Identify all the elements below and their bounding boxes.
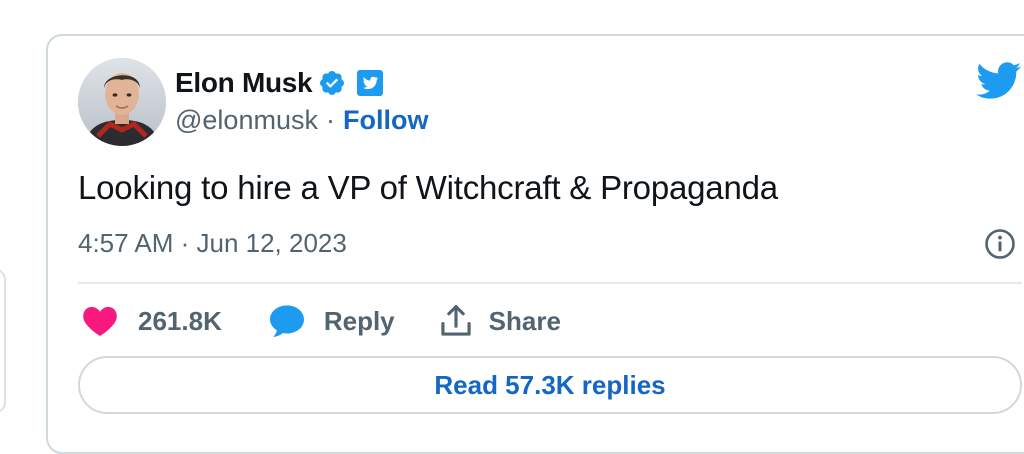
adjacent-card-edge [0,268,6,414]
heart-icon [83,306,117,336]
author-handle-row: @elonmusk · Follow [175,103,428,137]
verified-badge-icon [320,71,345,95]
author-display-name[interactable]: Elon Musk [175,67,313,99]
share-upload-icon [441,305,471,336]
divider [78,282,1022,284]
author-handle[interactable]: @elonmusk [175,105,318,136]
like-button[interactable]: 261.8K [78,305,222,337]
avatar-photo [78,58,166,146]
tweet-text: Looking to hire a VP of Witchcraft & Pro… [78,169,778,206]
reply-label: Reply [323,305,395,336]
share-button[interactable]: Share [395,304,561,338]
like-count: 261.8K [138,305,222,336]
tweet-timestamp[interactable]: 4:57 AM · Jun 12, 2023 [78,228,347,259]
speech-bubble-icon [269,305,304,337]
tweet-actions: 261.8K Reply Share [78,300,561,342]
handle-separator: · [325,104,335,135]
author-name-row: Elon Musk [175,66,384,100]
twitter-bird-icon[interactable] [976,62,1022,100]
twitter-affiliate-badge-icon [357,70,384,96]
share-label: Share [488,305,561,336]
read-replies-button[interactable]: Read 57.3K replies [78,356,1022,414]
reply-button[interactable]: Reply [222,304,395,338]
avatar[interactable] [78,58,166,146]
follow-button[interactable]: Follow [343,105,428,136]
info-icon[interactable] [984,228,1016,260]
read-replies-label: Read 57.3K replies [434,369,666,400]
